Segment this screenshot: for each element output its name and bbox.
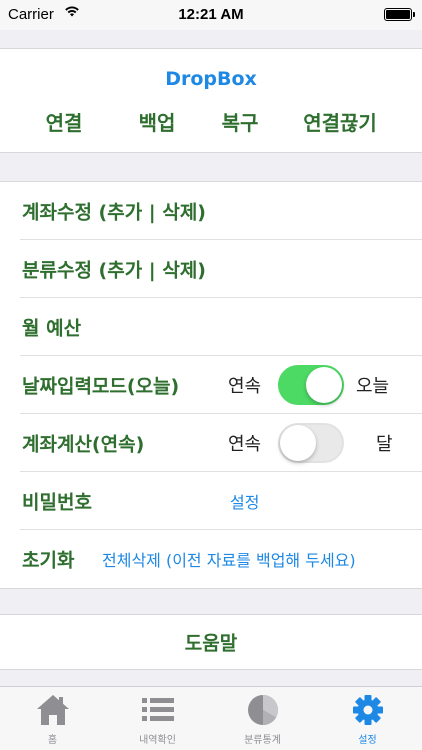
password-settings-link[interactable]: 설정 [230, 489, 259, 513]
reset-label: 초기화 [22, 549, 75, 572]
dropbox-section: DropBox 연결 백업 복구 연결끊기 [0, 48, 422, 153]
dropbox-disconnect-button[interactable]: 연결끊기 [303, 107, 377, 136]
password-row: 비밀번호 설정 [20, 472, 422, 530]
date-input-mode-toggle[interactable] [278, 364, 344, 405]
status-bar: Carrier 12:21 AM [0, 0, 422, 30]
tab-settings-label: 설정 [358, 735, 377, 746]
dropbox-backup-button[interactable]: 백업 [139, 107, 176, 136]
dropbox-connect-button[interactable]: 연결 [46, 107, 83, 136]
clock-time: 12:21 AM [178, 6, 244, 23]
account-calc-toggle[interactable] [278, 422, 344, 463]
account-edit-label: 계좌수정 (추가 | 삭제) [22, 201, 206, 223]
battery-icon [384, 8, 415, 21]
pie-chart-icon [245, 693, 281, 731]
tab-bar: 홈 내역확인 분류통계 설정 [0, 686, 422, 750]
home-icon [35, 693, 71, 731]
date-input-mode-left-text: 연속 [228, 375, 262, 397]
tab-settings[interactable]: 설정 [315, 687, 420, 750]
toggle-knob [306, 366, 342, 403]
tab-stats[interactable]: 분류통계 [210, 687, 315, 750]
tab-history[interactable]: 내역확인 [105, 687, 210, 750]
tab-home[interactable]: 홈 [0, 687, 105, 750]
monthly-budget-label: 월 예산 [22, 317, 82, 339]
battery-fill [386, 10, 410, 19]
account-calc-label: 계좌계산(연속) [22, 433, 145, 455]
tab-stats-label: 분류통계 [244, 735, 281, 746]
date-input-mode-row: 날짜입력모드(오늘) 연속 오늘 [20, 356, 422, 414]
dropbox-title: DropBox [165, 68, 257, 90]
date-input-mode-label: 날짜입력모드(오늘) [22, 375, 180, 397]
toggle-knob [280, 424, 316, 461]
password-label: 비밀번호 [22, 491, 92, 513]
dropbox-restore-button[interactable]: 복구 [222, 107, 259, 136]
account-calc-left-text: 연속 [228, 433, 262, 455]
category-edit-label: 분류수정 (추가 | 삭제) [22, 259, 206, 281]
tab-home-label: 홈 [47, 735, 58, 746]
category-edit-row[interactable]: 분류수정 (추가 | 삭제) [20, 240, 422, 298]
settings-list: 계좌수정 (추가 | 삭제) 분류수정 (추가 | 삭제) 월 예산 날짜입력모… [0, 181, 422, 589]
date-input-mode-right-text: 오늘 [356, 375, 390, 397]
gear-icon [350, 693, 386, 731]
help-button[interactable]: 도움말 [0, 614, 422, 670]
monthly-budget-row[interactable]: 월 예산 [20, 298, 422, 356]
tab-history-label: 내역확인 [139, 735, 176, 746]
list-icon [140, 693, 176, 731]
help-label: 도움말 [184, 632, 238, 655]
reset-row: 초기화 전체삭제 (이전 자료를 백업해 두세요) [20, 530, 422, 588]
account-calc-row: 계좌계산(연속) 연속 달 [20, 414, 422, 472]
delete-all-link[interactable]: 전체삭제 (이전 자료를 백업해 두세요) [102, 547, 356, 571]
account-calc-right-text: 달 [376, 433, 393, 455]
account-edit-row[interactable]: 계좌수정 (추가 | 삭제) [20, 182, 422, 240]
